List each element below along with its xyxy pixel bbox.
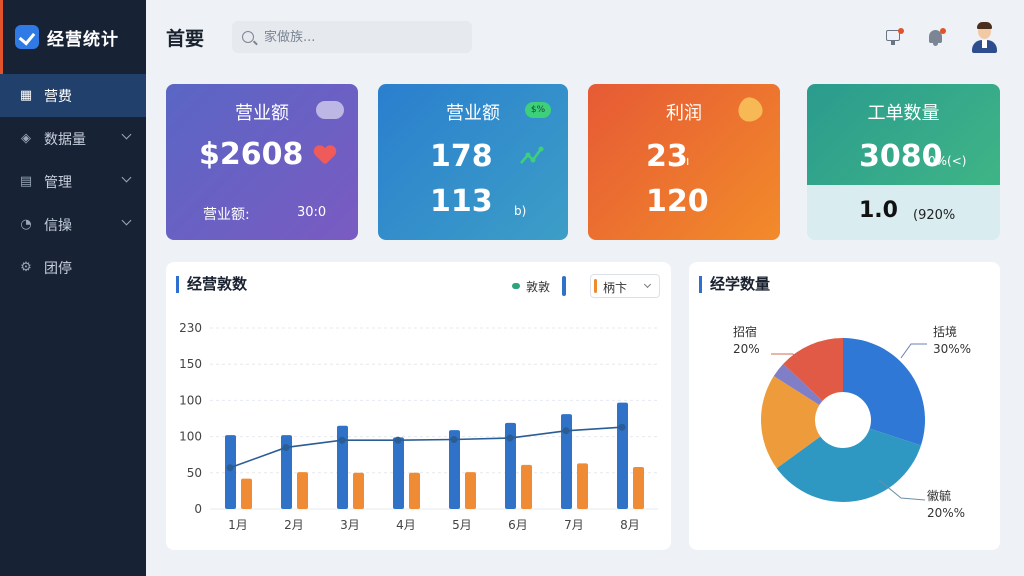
chevron-down-icon [121,129,132,140]
stat-card-revenue[interactable]: 营业额 $2608 营业额: 30:0 [166,84,358,240]
y-tick-label: 230 [179,321,202,335]
x-tick-label: 1月 [228,518,248,532]
x-tick-label: 7月 [564,518,584,532]
sidebar-item-manage[interactable]: ▤ 管理 [0,160,146,203]
toggle-switch[interactable] [316,101,344,119]
x-tick-label: 6月 [508,518,528,532]
pie-label-name: 招宿 [733,325,758,339]
bell-icon[interactable] [926,28,946,48]
line-point[interactable] [282,443,290,451]
search-icon [242,31,254,43]
dashboard-icon: ▦ [19,88,33,103]
trend-icon [520,146,544,164]
sidebar-item-label: 团停 [44,260,72,277]
card-value-2: 113 [430,184,493,219]
stat-card-profit[interactable]: 利润 23 ı 120 [588,84,780,240]
bar[interactable] [225,435,236,509]
card-footer-label: 营业额: [203,207,250,223]
pie-label: 徽毓 20%% [927,488,965,522]
brand[interactable]: 经营统计 [0,0,146,74]
x-tick-label: 5月 [452,518,472,532]
card-title: 工单数量 [867,103,940,124]
bar[interactable] [465,472,476,509]
search-input[interactable] [264,29,454,45]
line-point[interactable] [226,464,234,472]
bar[interactable] [241,478,252,509]
card-value: $2608 [199,137,304,172]
bar[interactable] [297,472,308,509]
bar[interactable] [617,402,628,509]
monitor-icon[interactable] [884,28,904,48]
sidebar-item-settings[interactable]: ⚙ 团停 [0,246,146,289]
sidebar-item-label: 数据量 [44,131,86,148]
card-value-2: 1.0 [859,198,898,223]
card-value-suffix: ⁴ [485,154,490,168]
card-footer-value: 30:0 [297,205,327,220]
data-icon: ◈ [21,131,31,146]
sidebar-item-home[interactable]: ▦ 营费 [0,74,146,117]
y-tick-label: 50 [187,466,202,480]
line-point[interactable] [450,435,458,443]
chart-pie-icon: ◔ [20,217,32,232]
sidebar-item-label: 营费 [44,88,72,105]
app-title: 经营统计 [47,29,119,50]
briefcase-icon: ▤ [19,174,33,189]
sidebar-nav: ▦ 营费 ◈ 数据量 ▤ 管理 ◔ 信操 ⚙ 团停 [0,74,146,289]
x-tick-label: 3月 [340,518,360,532]
sidebar-item-label: 管理 [44,174,72,191]
stat-card-work-orders[interactable]: 工单数量 3080 0%(<) 1.0 (920% [807,84,1000,240]
y-tick-label: 0 [194,502,202,516]
x-tick-label: 2月 [284,518,304,532]
line-point[interactable] [394,436,402,444]
card-value-suffix: ı [686,154,690,168]
sidebar-item-info[interactable]: ◔ 信操 [0,203,146,246]
bar[interactable] [633,467,644,509]
sidebar-item-label: 信操 [44,217,72,234]
bar[interactable] [353,472,364,509]
y-tick-label: 150 [179,357,202,371]
pie-label-name: 括境 [933,325,958,339]
sidebar: 经营统计 ▦ 营费 ◈ 数据量 ▤ 管理 ◔ 信操 ⚙ 团停 [0,0,146,576]
gear-icon: ⚙ [20,260,32,275]
pie-label-percent: 20% [733,342,760,356]
x-tick-label: 4月 [396,518,416,532]
pie-label-name: 徽毓 [927,489,952,503]
card-value: 23 [646,139,688,174]
bar[interactable] [577,463,588,509]
pie-chart-panel: 经学数量 招宿 20% 括境 30%% 徽毓 20%% [689,262,1000,550]
x-tick-label: 8月 [620,518,640,532]
chevron-down-icon [121,215,132,226]
sidebar-item-data[interactable]: ◈ 数据量 [0,117,146,160]
chevron-down-icon [121,172,132,183]
line-point[interactable] [506,434,514,442]
line-point[interactable] [562,427,570,435]
search-box[interactable] [232,21,472,53]
heart-icon [314,146,336,166]
app-logo-icon [15,25,39,49]
y-tick-label: 100 [179,393,202,407]
bar[interactable] [393,437,404,509]
avatar[interactable] [970,22,998,54]
status-badge: $% [525,102,551,118]
bar-chart: 0 50 100 100 150 230 1月 2月 3月 4月 5月 6月 7月 8月 [179,321,658,532]
bar[interactable] [409,472,420,509]
bar-chart-panel: 经营敦数 敦敦 柄卞 0 50 100 100 150 230 1月 2月 3月 4月 5月 6月 7… [166,262,671,550]
card-value-suffix: 0%(<) [928,154,967,168]
y-tick-label: 100 [179,430,202,444]
card-value-2: 120 [646,184,709,219]
card-value-2-suffix: b) [514,204,527,218]
line-point[interactable] [618,423,626,431]
card-value: 178 [430,139,493,174]
line-point[interactable] [338,436,346,444]
leader-line [900,343,927,359]
stat-card-revenue-2[interactable]: 营业额 $% 178 ⁴ 113 b) [378,84,568,240]
page-title: 首要 [166,28,205,50]
pie-label: 招宿 20% [733,324,760,358]
pie-slice[interactable] [843,338,925,446]
pie-label-percent: 30%% [933,342,972,356]
card-value-2-suffix: (920% [913,208,956,223]
pie-label: 括境 30%% [933,324,971,358]
bar[interactable] [521,464,532,509]
pie-label-percent: 20%% [927,506,966,520]
